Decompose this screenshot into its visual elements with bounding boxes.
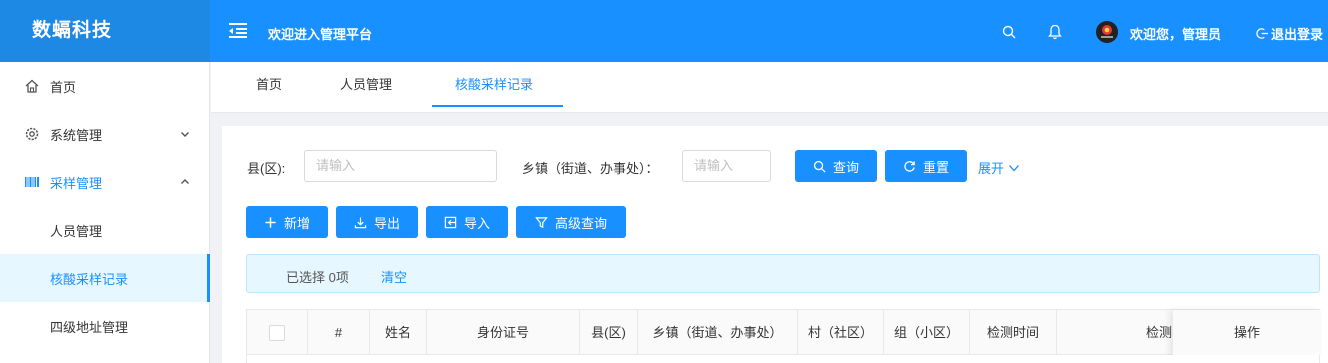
tab-personnel[interactable]: 人员管理 xyxy=(340,62,392,113)
column-header[interactable]: 村（社区） xyxy=(798,310,884,356)
county-input[interactable]: 请输入 xyxy=(304,150,497,182)
tab-home[interactable]: 首页 xyxy=(256,62,282,113)
column-header[interactable]: 身份证号 xyxy=(427,310,580,356)
sidebar-item-label: 核酸采样记录 xyxy=(50,271,129,287)
sidebar-item-label: 首页 xyxy=(50,79,77,95)
sidebar-item-label: 四级地址管理 xyxy=(50,319,129,335)
sidebar-item-label: 人员管理 xyxy=(50,223,103,239)
reset-button-label: 重置 xyxy=(922,159,949,175)
select-all-checkbox[interactable] xyxy=(269,325,285,341)
column-header[interactable]: 乡镇（街道、办事处） xyxy=(638,310,798,356)
clear-selection-link[interactable]: 清空 xyxy=(381,267,407,286)
import-icon xyxy=(444,216,457,228)
bell-icon[interactable] xyxy=(1048,24,1062,40)
advanced-search-label: 高级查询 xyxy=(554,215,607,231)
sidebar-item-home[interactable]: 首页 xyxy=(0,62,210,110)
export-button-label: 导出 xyxy=(373,215,400,231)
selection-alert: 已选择 0项 清空 xyxy=(246,254,1320,293)
sidebar-item-system[interactable]: 系统管理 xyxy=(0,110,210,158)
import-button-label: 导入 xyxy=(463,215,490,231)
select-column xyxy=(247,310,308,356)
column-header[interactable]: 姓名 xyxy=(370,310,427,356)
active-tab-indicator xyxy=(432,105,563,107)
column-header[interactable]: 检测时间 xyxy=(970,310,1057,356)
home-icon xyxy=(25,79,39,93)
logout-button[interactable]: 退出登录 xyxy=(1256,24,1323,43)
page-title: 欢迎进入管理平台 xyxy=(268,27,373,42)
filter-icon xyxy=(535,216,548,228)
add-button[interactable]: 新增 xyxy=(246,206,328,238)
expand-label: 展开 xyxy=(978,161,1005,176)
county-label: 县(区): xyxy=(247,161,286,176)
sidebar-item-sampling-records[interactable]: 核酸采样记录 xyxy=(0,254,210,302)
download-icon xyxy=(354,216,367,228)
chevron-down-icon xyxy=(181,132,189,137)
reset-button[interactable]: 重置 xyxy=(885,150,967,182)
sidebar: 首页 系统管理 采样管理 人员管理 核酸采样记录 四级地址管理 xyxy=(0,62,210,363)
logout-label: 退出登录 xyxy=(1271,27,1324,42)
top-header: 数螎科技 欢迎进入管理平台 欢迎您，管理员 退出登录 xyxy=(0,0,1328,62)
logout-icon xyxy=(1256,28,1269,39)
user-greeting[interactable]: 欢迎您，管理员 xyxy=(1130,24,1221,43)
export-button[interactable]: 导出 xyxy=(336,206,418,238)
chevron-down-icon xyxy=(1009,164,1019,171)
tab-bar: 首页 人员管理 核酸采样记录 xyxy=(211,62,1328,113)
menu-fold-icon[interactable] xyxy=(229,22,247,38)
selection-count: 已选择 0项 xyxy=(286,270,349,285)
sidebar-item-label: 采样管理 xyxy=(50,175,103,191)
column-header: # xyxy=(308,310,370,356)
sidebar-item-label: 系统管理 xyxy=(50,127,103,143)
search-button[interactable]: 查询 xyxy=(795,150,877,182)
column-header[interactable]: 县(区) xyxy=(580,310,638,356)
action-column-header: 操作 xyxy=(1173,310,1321,356)
barcode-icon xyxy=(25,177,39,187)
table-header: # 姓名 身份证号 县(区) 乡镇（街道、办事处） 村（社区） 组（小区） 检测… xyxy=(246,309,1321,356)
town-input[interactable]: 请输入 xyxy=(682,150,771,182)
search-icon[interactable] xyxy=(1002,25,1016,39)
app-logo: 数螎科技 xyxy=(0,0,210,62)
search-icon xyxy=(813,160,826,173)
search-button-label: 查询 xyxy=(832,159,859,175)
sidebar-item-address[interactable]: 四级地址管理 xyxy=(0,302,210,350)
town-label: 乡镇（街道、办事处）： xyxy=(522,161,659,176)
add-button-label: 新增 xyxy=(283,215,310,231)
advanced-search-button[interactable]: 高级查询 xyxy=(516,206,626,238)
table-body xyxy=(246,355,1320,363)
chevron-up-icon xyxy=(181,179,189,184)
column-header[interactable]: 组（小区） xyxy=(884,310,970,356)
sidebar-item-personnel[interactable]: 人员管理 xyxy=(0,206,210,254)
reload-icon xyxy=(904,160,915,172)
gear-icon xyxy=(25,127,39,141)
sidebar-item-sampling[interactable]: 采样管理 xyxy=(0,158,210,206)
import-button[interactable]: 导入 xyxy=(426,206,508,238)
expand-link[interactable]: 展开 xyxy=(978,158,1020,177)
avatar[interactable] xyxy=(1096,21,1118,43)
plus-icon xyxy=(265,216,276,228)
